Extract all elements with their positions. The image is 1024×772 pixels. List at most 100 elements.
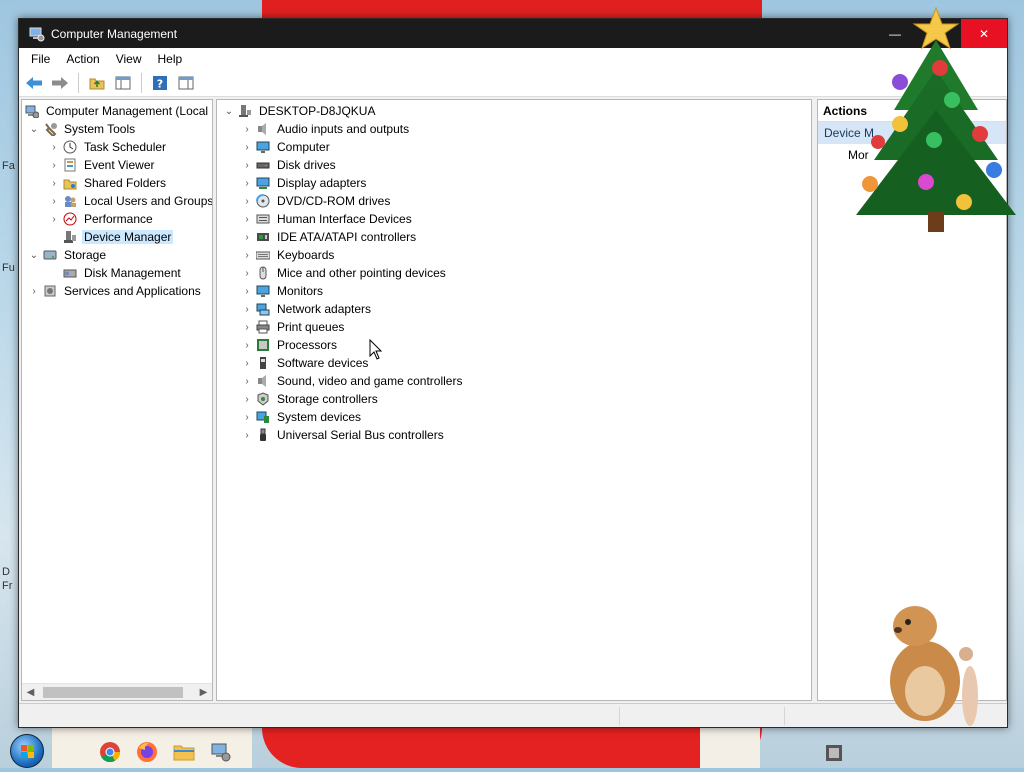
device-category-human-interface-devices[interactable]: › Human Interface Devices — [221, 210, 811, 228]
back-button[interactable] — [23, 72, 45, 94]
device-category-ide-ata-atapi-controllers[interactable]: › IDE ATA/ATAPI controllers — [221, 228, 811, 246]
chevron-right-icon[interactable]: › — [239, 430, 255, 441]
console-tree-item-task-scheduler[interactable]: › Task Scheduler — [22, 138, 212, 156]
console-tree-item-disk-management[interactable]: Disk Management — [22, 264, 212, 282]
speaker-icon — [255, 121, 271, 137]
device-category-system-devices[interactable]: › System devices — [221, 408, 811, 426]
device-category-keyboards[interactable]: › Keyboards — [221, 246, 811, 264]
device-category-universal-serial-bus-controllers[interactable]: › Universal Serial Bus controllers — [221, 426, 811, 444]
dvd-icon — [255, 193, 271, 209]
device-category-sound-video-and-game-controllers[interactable]: › Sound, video and game controllers — [221, 372, 811, 390]
device-category-label: Disk drives — [277, 158, 336, 172]
help-button[interactable]: ? — [149, 72, 171, 94]
chevron-right-icon[interactable]: › — [239, 196, 255, 207]
chevron-right-icon[interactable]: › — [46, 142, 62, 153]
console-tree-item-local-users-and-groups[interactable]: › Local Users and Groups — [22, 192, 212, 210]
monitor-icon — [255, 139, 271, 155]
chevron-right-icon[interactable]: › — [239, 268, 255, 279]
chevron-right-icon[interactable]: › — [239, 340, 255, 351]
console-tree-item-event-viewer[interactable]: › Event Viewer — [22, 156, 212, 174]
chevron-right-icon[interactable]: › — [239, 250, 255, 261]
console-tree-item-storage[interactable]: ⌄ Storage — [22, 246, 212, 264]
file-explorer-icon[interactable] — [172, 740, 196, 764]
device-category-disk-drives[interactable]: › Disk drives — [221, 156, 811, 174]
menu-view[interactable]: View — [108, 48, 150, 70]
chrome-icon[interactable] — [98, 740, 122, 764]
chevron-right-icon[interactable]: › — [239, 160, 255, 171]
console-tree: Computer Management (Local ⌄ System Tools ›… — [22, 100, 212, 300]
system-device-icon — [255, 409, 271, 425]
computer-icon — [237, 103, 253, 119]
chevron-right-icon[interactable]: › — [239, 214, 255, 225]
console-tree-item-label: Disk Management — [84, 266, 181, 280]
chevron-right-icon[interactable]: › — [239, 232, 255, 243]
usb-icon — [255, 427, 271, 443]
console-tree-item-label: Task Scheduler — [84, 140, 167, 154]
software-device-icon — [255, 355, 271, 371]
device-category-label: IDE ATA/ATAPI controllers — [277, 230, 417, 244]
chevron-right-icon[interactable]: › — [46, 160, 62, 171]
device-category-label: Software devices — [277, 356, 369, 370]
device-category-software-devices[interactable]: › Software devices — [221, 354, 811, 372]
chevron-right-icon[interactable]: › — [239, 142, 255, 153]
computer-management-taskbar-icon[interactable] — [209, 740, 233, 764]
chevron-right-icon[interactable]: › — [46, 196, 62, 207]
console-tree-item-shared-folders[interactable]: › Shared Folders — [22, 174, 212, 192]
tray-icon[interactable] — [825, 744, 843, 762]
show-hide-console-tree-button[interactable] — [112, 72, 134, 94]
svg-text:?: ? — [157, 78, 163, 91]
console-tree-item-system-tools[interactable]: ⌄ System Tools — [22, 120, 212, 138]
scroll-left-icon[interactable]: ◀ — [22, 687, 39, 698]
storage-controller-icon — [255, 391, 271, 407]
chevron-down-icon[interactable]: ⌄ — [26, 250, 42, 261]
console-tree-item-label: Device Manager — [82, 230, 174, 244]
device-category-audio-inputs-and-outputs[interactable]: › Audio inputs and outputs — [221, 120, 811, 138]
processor-icon — [255, 337, 271, 353]
console-tree-item-device-manager[interactable]: Device Manager — [22, 228, 212, 246]
chevron-right-icon[interactable]: › — [239, 178, 255, 189]
chevron-right-icon[interactable]: › — [239, 304, 255, 315]
chevron-right-icon[interactable]: › — [46, 214, 62, 225]
desktop-icon-label: Fu — [2, 262, 15, 274]
device-tree-root[interactable]: ⌄ DESKTOP-D8JQKUA — [221, 102, 811, 120]
device-category-network-adapters[interactable]: › Network adapters — [221, 300, 811, 318]
chevron-right-icon[interactable]: › — [239, 322, 255, 333]
horizontal-scrollbar[interactable]: ◀ ▶ — [22, 683, 212, 700]
menu-help[interactable]: Help — [150, 48, 191, 70]
chevron-right-icon[interactable]: › — [239, 124, 255, 135]
chevron-right-icon[interactable]: › — [239, 358, 255, 369]
device-category-display-adapters[interactable]: › Display adapters — [221, 174, 811, 192]
chevron-right-icon[interactable]: › — [239, 286, 255, 297]
device-category-label: DVD/CD-ROM drives — [277, 194, 391, 208]
chevron-right-icon[interactable]: › — [239, 412, 255, 423]
console-tree-item-services-and-applications[interactable]: › Services and Applications — [22, 282, 212, 300]
device-category-computer[interactable]: › Computer — [221, 138, 811, 156]
device-category-print-queues[interactable]: › Print queues — [221, 318, 811, 336]
console-tree-item-performance[interactable]: › Performance — [22, 210, 212, 228]
menu-file[interactable]: File — [23, 48, 58, 70]
forward-button[interactable] — [49, 72, 71, 94]
device-category-mice-and-other-pointing-devices[interactable]: › Mice and other pointing devices — [221, 264, 811, 282]
device-category-processors[interactable]: › Processors — [221, 336, 811, 354]
chevron-right-icon[interactable]: › — [46, 178, 62, 189]
console-tree-item-computer-management-local[interactable]: Computer Management (Local — [22, 102, 212, 120]
scrollbar-thumb[interactable] — [43, 686, 183, 698]
start-button[interactable] — [10, 734, 44, 768]
disk-management-icon — [62, 265, 78, 281]
device-category-storage-controllers[interactable]: › Storage controllers — [221, 390, 811, 408]
device-category-dvd-cd-rom-drives[interactable]: › DVD/CD-ROM drives — [221, 192, 811, 210]
hid-icon — [255, 211, 271, 227]
menu-action[interactable]: Action — [58, 48, 107, 70]
show-hide-action-pane-button[interactable] — [175, 72, 197, 94]
scroll-right-icon[interactable]: ▶ — [195, 687, 212, 698]
chevron-right-icon[interactable]: › — [239, 394, 255, 405]
chevron-right-icon[interactable]: › — [239, 376, 255, 387]
firefox-icon[interactable] — [135, 740, 159, 764]
console-tree-item-label: System Tools — [64, 122, 136, 136]
up-one-level-button[interactable] — [86, 72, 108, 94]
storage-icon — [42, 247, 58, 263]
chevron-right-icon[interactable]: › — [26, 286, 42, 297]
chevron-down-icon[interactable]: ⌄ — [221, 106, 237, 117]
chevron-down-icon[interactable]: ⌄ — [26, 124, 42, 135]
device-category-monitors[interactable]: › Monitors — [221, 282, 811, 300]
